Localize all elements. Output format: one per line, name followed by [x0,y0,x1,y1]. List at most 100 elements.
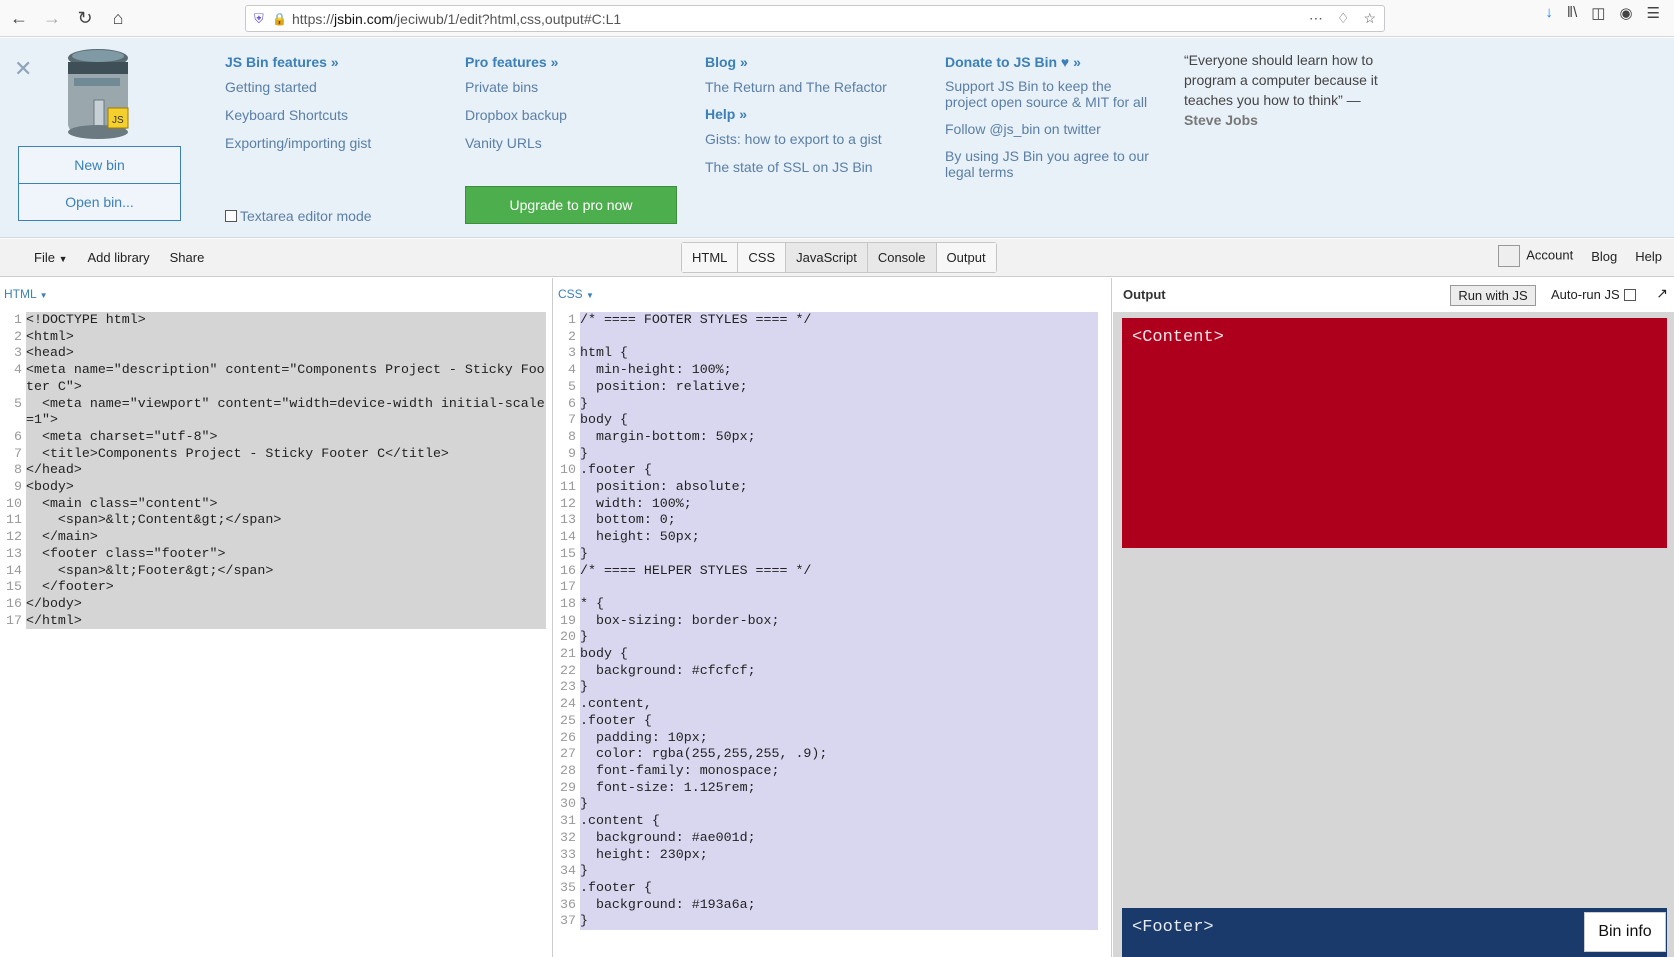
file-menu[interactable]: File ▼ [34,250,68,265]
menu-icon[interactable]: ☰ [1647,4,1660,22]
code-line[interactable]: 11 position: absolute; [554,479,1106,496]
run-with-js-button[interactable]: Run with JS [1450,285,1536,306]
code-line[interactable]: 18 * { [554,595,1106,613]
url-bar[interactable]: ⛨ 🔒 https://jsbin.com/jeciwub/1/edit?htm… [245,5,1385,32]
account-icon[interactable]: ◉ [1619,4,1632,22]
code-line[interactable]: 17 [554,579,1106,596]
link-ssl-state[interactable]: The state of SSL on JS Bin [705,158,887,176]
autorun-toggle[interactable]: Auto-run JS [1551,287,1636,302]
jsbin-features-heading[interactable]: JS Bin features » [225,54,371,70]
code-line[interactable]: 13 <footer class="footer"> [0,545,548,563]
code-line[interactable]: 5 position: relative; [554,378,1106,396]
code-line[interactable]: 2 <html> [0,328,548,346]
link-exporting-gist[interactable]: Exporting/importing gist [225,134,371,152]
code-line[interactable]: 12 </main> [0,529,548,546]
code-line[interactable]: 7 <title>Components Project - Sticky Foo… [0,445,548,463]
css-code-editor[interactable]: 1/* ==== FOOTER STYLES ==== */2 3 html {4 … [554,312,1106,931]
link-twitter[interactable]: Follow @js_bin on twitter [945,120,1150,138]
code-line[interactable]: 4 <meta name="description" content="Compo… [0,362,548,396]
link-vanity-urls[interactable]: Vanity URLs [465,134,567,152]
link-gists-export[interactable]: Gists: how to export to a gist [705,130,887,148]
code-line[interactable]: 19 box-sizing: border-box; [554,612,1106,630]
download-icon[interactable]: ↓ [1545,4,1553,22]
more-icon[interactable]: ⋯ [1309,10,1323,27]
code-line[interactable]: 16/* ==== HELPER STYLES ==== */ [554,562,1106,580]
code-line[interactable]: 14 <span>&lt;Footer&gt;</span> [0,562,548,580]
pro-features-heading[interactable]: Pro features » [465,54,567,70]
link-legal-terms[interactable]: By using JS Bin you agree to our legal t… [945,148,1150,180]
help-heading[interactable]: Help » [705,106,887,122]
code-line[interactable]: 24 .content, [554,696,1106,713]
code-line[interactable]: 9 <body> [0,479,548,496]
code-line[interactable]: 20} [554,629,1106,647]
back-icon[interactable]: ← [5,4,33,32]
code-line[interactable]: 31 .content { [554,813,1106,830]
code-line[interactable]: 33 height: 230px; [554,846,1106,864]
sidebar-icon[interactable]: ◫ [1591,4,1605,22]
blog-heading[interactable]: Blog » [705,54,887,70]
pocket-icon[interactable]: ♢ [1337,10,1350,27]
tab-output[interactable]: Output [936,243,996,272]
textarea-mode-checkbox[interactable] [225,210,237,222]
tab-console[interactable]: Console [868,243,937,272]
code-line[interactable]: 15} [554,545,1106,563]
code-line[interactable]: 10 .footer { [554,462,1106,480]
code-line[interactable]: 10 <main class="content"> [0,495,548,513]
code-line[interactable]: 21 body { [554,646,1106,663]
autorun-checkbox[interactable] [1623,288,1636,301]
code-line[interactable]: 3 <head> [0,345,548,363]
link-keyboard-shortcuts[interactable]: Keyboard Shortcuts [225,106,371,124]
link-dropbox-backup[interactable]: Dropbox backup [465,106,567,124]
css-panel-label[interactable]: CSS ▼ [558,287,594,301]
code-line[interactable]: 8 margin-bottom: 50px; [554,428,1106,446]
code-line[interactable]: 32 background: #ae001d; [554,829,1106,847]
code-line[interactable]: 6 <meta charset="utf-8"> [0,428,548,446]
code-line[interactable]: 9} [554,445,1106,463]
bookmark-star-icon[interactable]: ☆ [1363,10,1376,27]
code-line[interactable]: 3 html { [554,345,1106,363]
link-return-refactor[interactable]: The Return and The Refactor [705,78,887,96]
html-panel-label[interactable]: HTML ▼ [4,287,48,301]
code-line[interactable]: 1 /* ==== FOOTER STYLES ==== */ [554,312,1106,329]
code-line[interactable]: 26 padding: 10px; [554,729,1106,747]
code-line[interactable]: 7 body { [554,412,1106,429]
donate-heading[interactable]: Donate to JS Bin ♥ » [945,54,1150,70]
code-line[interactable]: 4 min-height: 100%; [554,362,1106,379]
code-line[interactable]: 8 </head> [0,462,548,479]
code-line[interactable]: 25 .footer { [554,712,1106,730]
code-line[interactable]: 34} [554,863,1106,880]
code-line[interactable]: 17 </html> [0,612,548,630]
code-line[interactable]: 22 background: #cfcfcf; [554,662,1106,680]
help-link[interactable]: Help [1635,249,1662,264]
blog-link[interactable]: Blog [1591,249,1617,264]
link-private-bins[interactable]: Private bins [465,78,567,96]
code-line[interactable]: 1 <!DOCTYPE html> [0,312,548,329]
code-line[interactable]: 37} [554,913,1106,931]
code-line[interactable]: 14 height: 50px; [554,529,1106,546]
library-icon[interactable]: ‖\ [1567,4,1577,22]
close-icon[interactable]: ✕ [14,56,32,82]
textarea-mode-toggle[interactable]: Textarea editor mode [225,208,372,224]
add-library-button[interactable]: Add library [88,250,150,265]
code-line[interactable]: 2 [554,328,1106,346]
new-bin-button[interactable]: New bin [18,146,181,184]
tab-css[interactable]: CSS [738,243,787,272]
code-line[interactable]: 6} [554,395,1106,413]
code-line[interactable]: 5 <meta name="viewport" content="width=d… [0,395,548,429]
tab-html[interactable]: HTML [682,243,739,272]
code-line[interactable]: 30} [554,796,1106,814]
code-line[interactable]: 28 font-family: monospace; [554,762,1106,780]
open-bin-button[interactable]: Open bin... [18,183,181,221]
code-line[interactable]: 27 color: rgba(255,255,255, .9); [554,746,1106,763]
code-line[interactable]: 16 </body> [0,595,548,613]
code-line[interactable]: 35 .footer { [554,879,1106,897]
upgrade-pro-button[interactable]: Upgrade to pro now [465,186,677,224]
code-line[interactable]: 13 bottom: 0; [554,512,1106,530]
tab-javascript[interactable]: JavaScript [786,243,868,272]
code-line[interactable]: 12 width: 100%; [554,495,1106,513]
link-getting-started[interactable]: Getting started [225,78,371,96]
link-support-jsbin[interactable]: Support JS Bin to keep the project open … [945,78,1150,110]
code-line[interactable]: 11 <span>&lt;Content&gt;</span> [0,512,548,530]
popout-icon[interactable]: ↗ [1656,285,1668,302]
bin-info-button[interactable]: Bin info [1584,912,1666,952]
